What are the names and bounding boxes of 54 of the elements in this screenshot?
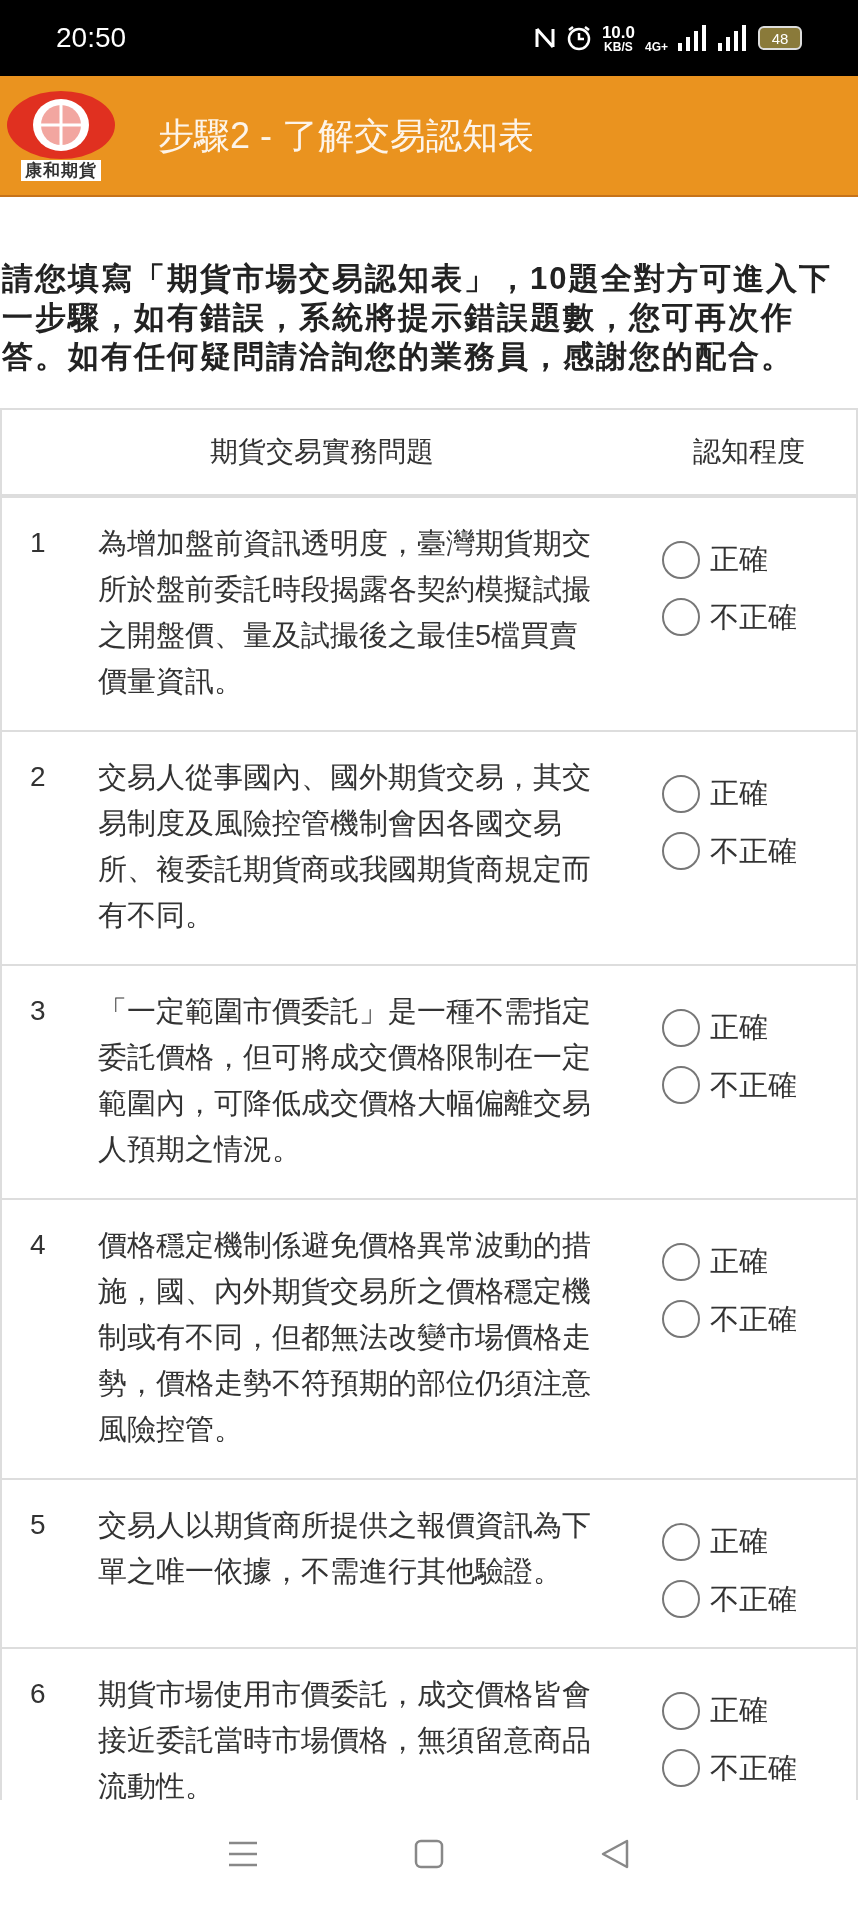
logo-text: 康和期貨 [21, 160, 101, 181]
radio-option[interactable]: 不正確 [662, 1746, 797, 1790]
column-header: 期貨交易實務問題 [209, 435, 435, 469]
nfc-icon [533, 25, 556, 51]
question-text: 為增加盤前資訊透明度，臺灣期貨期交所於盤前委託時段揭露各契約模擬試撮之開盤價、量及試撮後之最佳5檔買賣價量資訊。 [98, 526, 592, 699]
radio-option[interactable]: 不正確 [662, 1577, 797, 1621]
question-text: 交易人從事國內、國外期貨交易，其交易制度及風險控管機制會因各國交易所、複委託期貨商或我國期貨商規定而有不同。 [98, 760, 592, 933]
question-text: 交易人以期貨商所提供之報價資訊為下單之唯一依據，不需進行其他驗證。 [98, 1508, 592, 1589]
radio-option[interactable]: 正確 [662, 1240, 797, 1284]
radio-option[interactable]: 不正確 [662, 829, 797, 873]
network-type: 4G+ [645, 39, 668, 56]
question-number: 5 [29, 1508, 47, 1542]
question-text: 「一定範圍市價委託」是一種不需指定委託價格，但可將成交價格限制在一定範圍內，可降低成交價格大幅偏離交易人預期之情況。 [98, 994, 592, 1167]
question-number: 2 [29, 760, 47, 794]
question-text: 期貨市場使用市價委託，成交價格皆會接近委託當時市場價格，無須留意商品流動性。 [98, 1677, 592, 1800]
question-number: 3 [29, 994, 47, 1028]
network-speed: 10.0 [601, 23, 635, 41]
radio-button[interactable] [662, 832, 700, 871]
radio-button[interactable] [662, 1242, 700, 1281]
question-text: 價格穩定機制係避免價格異常波動的措施，國、內外期貨交易所之價格穩定機制或有不同，但都無法改變市場價格走勢，價格走勢不符預期的部位仍須注意風險控管。 [98, 1228, 592, 1447]
radio-button[interactable] [662, 540, 700, 579]
speed-unit: KB/S [604, 40, 633, 53]
alarm-icon [565, 25, 592, 51]
radio-button[interactable] [662, 1580, 700, 1619]
radio-option[interactable]: 正確 [662, 1689, 797, 1733]
column-header: 認知程度 [692, 435, 806, 469]
radio-option[interactable]: 正確 [662, 538, 797, 582]
radio-button[interactable] [662, 1749, 700, 1788]
question-number: 6 [29, 1677, 47, 1711]
radio-option[interactable]: 不正確 [662, 595, 797, 639]
radio-button[interactable] [662, 774, 700, 813]
signal-icon [678, 25, 708, 51]
radio-button[interactable] [662, 598, 700, 637]
radio-button[interactable] [662, 1066, 700, 1105]
radio-button[interactable] [662, 1008, 700, 1047]
radio-button[interactable] [662, 1522, 700, 1561]
radio-option[interactable]: 不正確 [662, 1297, 797, 1341]
status-time: 20:50 [56, 21, 127, 55]
question-number: 1 [29, 526, 47, 560]
home-icon[interactable] [414, 1838, 444, 1869]
back-icon[interactable] [600, 1838, 630, 1869]
logo-icon [6, 90, 116, 160]
page-title: 步驟2 - 了解交易認知表 [158, 113, 534, 158]
question-number: 4 [29, 1228, 47, 1262]
instructions-text: 請您填寫「期貨市場交易認知表」，10題全對方可進入下一步驟，如有錯誤，系統將提示錯誤題數，您可再次作答。如有任何疑問請洽詢您的業務員，感謝您的配合。 [1, 260, 834, 376]
signal-icon [718, 25, 748, 51]
radio-option[interactable]: 正確 [662, 772, 797, 816]
radio-option[interactable]: 正確 [662, 1006, 797, 1050]
menu-icon[interactable] [228, 1840, 258, 1867]
battery-indicator: 48 [758, 26, 802, 50]
radio-button[interactable] [662, 1691, 700, 1730]
radio-button[interactable] [662, 1300, 700, 1339]
radio-option[interactable]: 正確 [662, 1520, 797, 1564]
radio-option[interactable]: 不正確 [662, 1063, 797, 1107]
